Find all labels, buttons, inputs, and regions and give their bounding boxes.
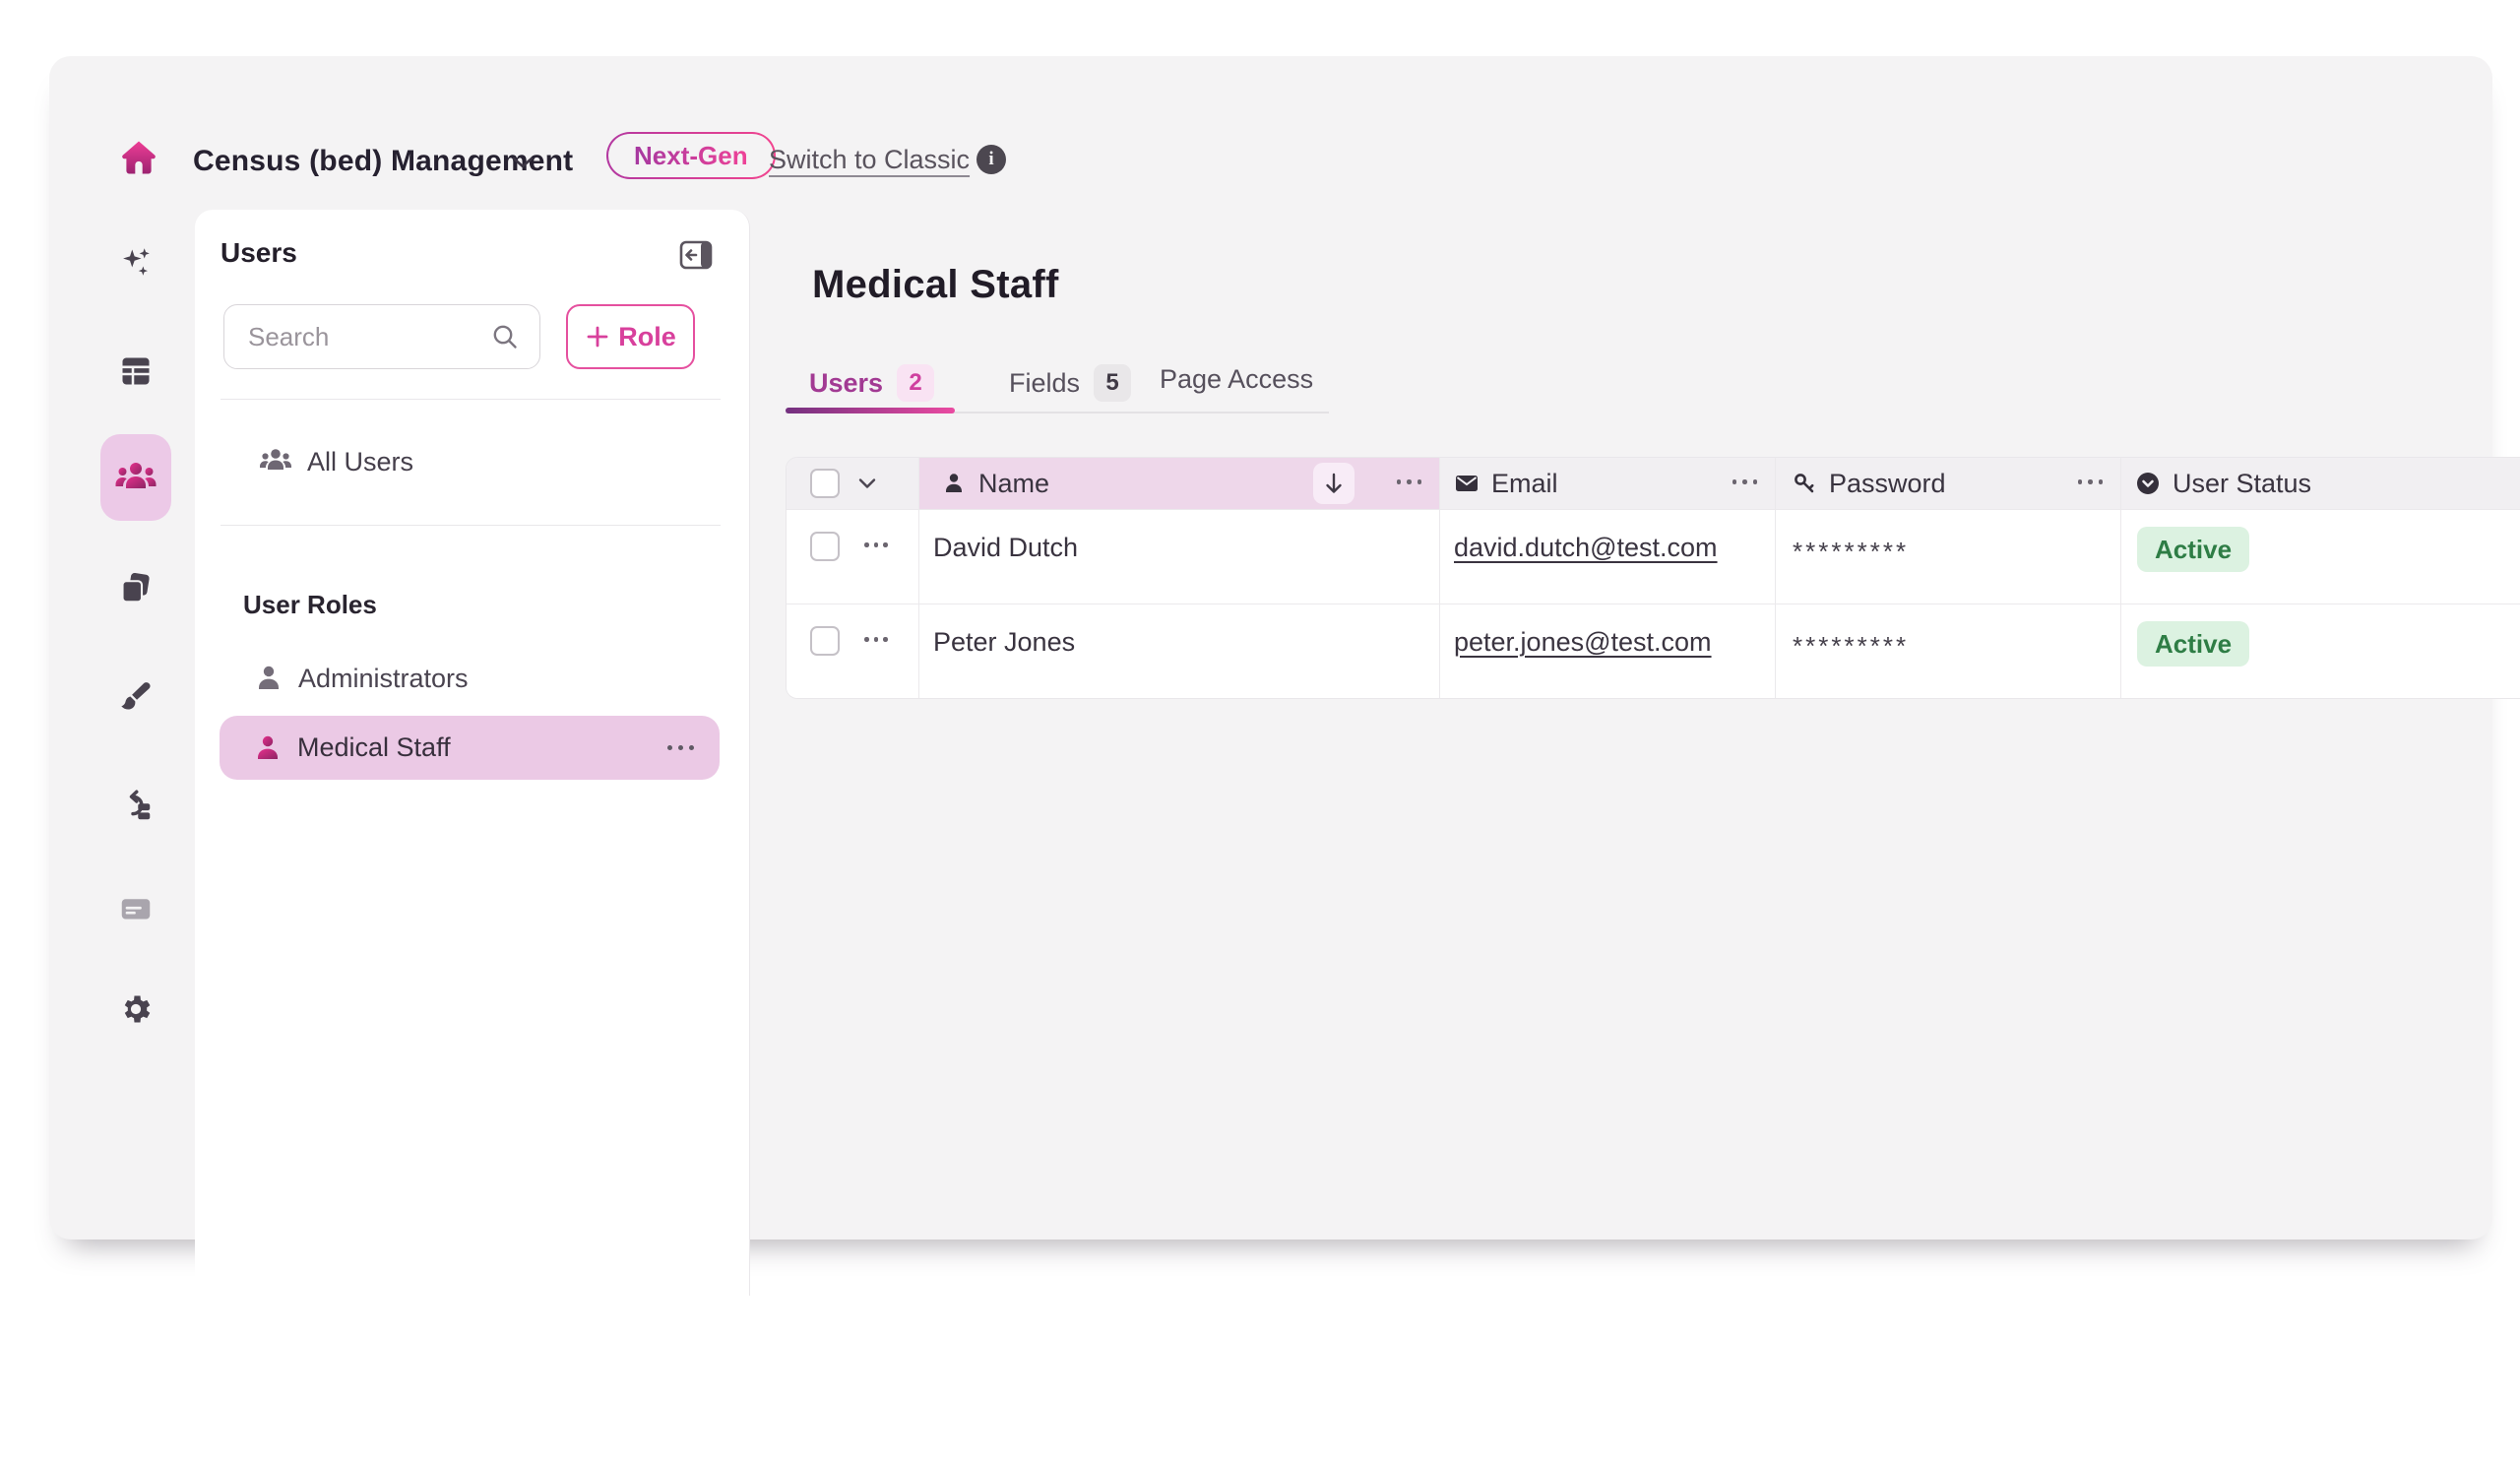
billing-card-icon[interactable]	[118, 891, 154, 926]
status-badge: Active	[2137, 621, 2249, 667]
sidebar-heading: Users	[220, 237, 297, 269]
sidebar-item-label: All Users	[307, 447, 413, 477]
role-item-medical-staff[interactable]: Medical Staff	[220, 716, 720, 780]
search-icon[interactable]	[490, 322, 520, 351]
active-tab-underline	[786, 408, 955, 413]
column-header-label: Name	[978, 469, 1049, 499]
users-group-icon	[258, 444, 293, 479]
settings-gear-icon[interactable]	[118, 991, 154, 1027]
column-header-name[interactable]: Name	[919, 458, 1440, 509]
sort-descending-icon[interactable]	[1313, 463, 1354, 504]
column-header-password[interactable]: Password	[1776, 458, 2121, 509]
tab-label: Fields	[1009, 368, 1080, 399]
ai-sparkles-icon[interactable]	[118, 245, 154, 281]
search-input[interactable]	[248, 322, 494, 352]
column-header-label: User Status	[2173, 469, 2311, 499]
cell-email-link[interactable]: david.dutch@test.com	[1454, 533, 1718, 563]
role-menu-ellipsis-icon[interactable]	[667, 745, 694, 750]
switch-to-classic-link[interactable]: Switch to Classic	[769, 145, 970, 175]
role-item-administrators[interactable]: Administrators	[220, 649, 721, 708]
status-circle-icon	[2135, 471, 2161, 496]
info-icon[interactable]: i	[976, 145, 1006, 174]
table-header-row: Name Email Passwo	[787, 458, 2520, 509]
row-menu-ellipsis-icon[interactable]	[864, 542, 888, 547]
cell-password: *********	[1793, 537, 1909, 567]
cell-name: Peter Jones	[933, 627, 1075, 658]
column-menu-ellipsis-icon[interactable]	[1732, 479, 1758, 484]
tab-users[interactable]: Users 2	[809, 364, 934, 402]
column-header-email[interactable]: Email	[1440, 458, 1776, 509]
tab-count-badge: 5	[1094, 364, 1131, 402]
user-roles-heading: User Roles	[243, 590, 377, 620]
row-menu-ellipsis-icon[interactable]	[864, 637, 888, 642]
role-search-box	[223, 304, 540, 369]
chevron-down-icon[interactable]	[510, 153, 536, 172]
tables-icon[interactable]	[118, 353, 154, 389]
app-window: Census (bed) Management Next-Gen Switch …	[49, 56, 2492, 1240]
page-title: Medical Staff	[812, 263, 1059, 307]
sidebar-item-all-users[interactable]: All Users	[220, 426, 721, 497]
tab-label: Page Access	[1160, 364, 1313, 395]
envelope-icon	[1454, 471, 1480, 496]
select-all-checkbox[interactable]	[810, 469, 840, 498]
plus-icon	[585, 324, 610, 350]
status-badge: Active	[2137, 527, 2249, 572]
table-row: David Dutch david.dutch@test.com *******…	[787, 509, 2520, 604]
tab-fields[interactable]: Fields 5	[1009, 364, 1131, 402]
role-item-label: Medical Staff	[297, 732, 451, 763]
divider	[220, 525, 721, 526]
person-icon	[253, 663, 284, 694]
chevron-down-icon[interactable]	[857, 477, 877, 490]
styles-brush-icon[interactable]	[118, 678, 154, 714]
tab-page-access[interactable]: Page Access	[1160, 364, 1313, 395]
add-role-button-label: Role	[618, 322, 676, 352]
person-icon	[941, 471, 967, 496]
pages-copy-icon[interactable]	[118, 570, 154, 605]
tab-count-badge: 2	[897, 364, 934, 402]
home-icon[interactable]	[118, 137, 159, 178]
cell-name: David Dutch	[933, 533, 1078, 563]
users-icon[interactable]	[114, 458, 158, 499]
nextgen-badge: Next-Gen	[606, 132, 776, 179]
role-item-label: Administrators	[298, 664, 469, 694]
users-sidebar-panel: Users Role All Users	[195, 210, 750, 1296]
table-row: Peter Jones peter.jones@test.com *******…	[787, 604, 2520, 698]
workflow-icon[interactable]	[118, 787, 154, 822]
panel-collapse-icon[interactable]	[679, 239, 713, 271]
nextgen-badge-label: Next-Gen	[634, 141, 748, 171]
row-checkbox[interactable]	[810, 532, 840, 561]
column-menu-ellipsis-icon[interactable]	[1397, 479, 1422, 484]
add-role-button[interactable]: Role	[566, 304, 695, 369]
tab-label: Users	[809, 368, 883, 399]
column-menu-ellipsis-icon[interactable]	[2078, 479, 2104, 484]
page: Census (bed) Management Next-Gen Switch …	[0, 0, 2520, 1462]
column-header-label: Email	[1491, 469, 1558, 499]
person-icon	[252, 732, 284, 764]
cell-password: *********	[1793, 631, 1909, 662]
column-header-user-status[interactable]: User Status	[2121, 458, 2520, 509]
key-icon	[1792, 471, 1817, 496]
users-table: Name Email Passwo	[786, 457, 2520, 699]
cell-email-link[interactable]: peter.jones@test.com	[1454, 627, 1712, 658]
row-checkbox[interactable]	[810, 626, 840, 656]
divider	[220, 399, 721, 400]
column-header-label: Password	[1829, 469, 1946, 499]
